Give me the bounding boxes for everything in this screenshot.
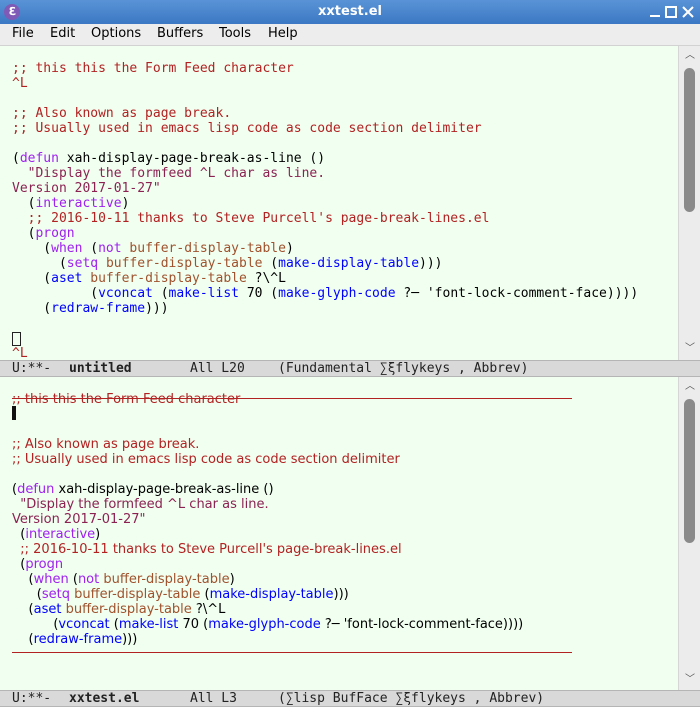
code-line: ;; Also known as page break. [12,106,232,121]
menu-edit[interactable]: Edit [50,26,75,41]
text-cursor [12,406,16,420]
code-line: (when (not buffer-display-table) [12,572,235,587]
code-line: (setq buffer-display-table (make-display… [12,587,349,602]
code-line: (redraw-frame))) [12,301,169,316]
buffer-name: xxtest.el [69,691,140,706]
code-line: (defun xah-display-page-break-as-line () [12,151,326,166]
formfeed-char: ^L [12,76,28,91]
code-line: (when (not buffer-display-table) [12,241,294,256]
code-line: (interactive) [12,527,101,542]
top-code: ;; this this the Form Feed character ^L … [12,46,638,360]
maximize-icon[interactable] [664,5,678,19]
major-mode[interactable]: (Fundamental ∑ξflykeys , Abbrev) [278,361,528,376]
code-line: ;; 2016-10-11 thanks to Steve Purcell's … [12,211,490,226]
code-line: (interactive) [12,196,130,211]
code-line: (vconcat (make-list 70 (make-glyph-code … [12,286,639,301]
code-line: (progn [12,226,75,241]
code-line: "Display the formfeed ^L char as line. [12,166,326,181]
menu-options[interactable]: Options [91,26,141,41]
buffer-position: All L3 [190,691,237,706]
code-line: Version 2017-01-27" [12,181,161,196]
formfeed-char: ^L [12,346,28,360]
page-break-line [12,652,572,653]
code-line: (setq buffer-display-table (make-display… [12,256,443,271]
scroll-up-icon[interactable]: ︿ [679,49,700,63]
bottom-mode-line[interactable]: U:**- xxtest.el All L3 (∑lisp BufFace ∑ξfly… [0,690,700,707]
menu-bar: File Edit Options Buffers Tools Help [0,24,700,46]
buffer-status: U:**- [12,361,52,376]
scroll-thumb[interactable] [684,399,695,543]
code-line: (redraw-frame))) [12,632,138,647]
code-line: ;; this this the Form Feed character [12,392,241,407]
close-icon[interactable] [681,5,695,19]
title-bar[interactable]: ℇ xxtest.el [0,0,700,24]
cursor-box [12,332,21,346]
code-line: (progn [12,557,64,572]
page-break-line [12,398,572,399]
top-scrollbar[interactable]: ︿ ﹀ [678,46,700,360]
code-line: ;; 2016-10-11 thanks to Steve Purcell's … [12,542,402,557]
menu-file[interactable]: File [12,26,34,41]
code-line: (defun xah-display-page-break-as-line () [12,482,274,497]
code-line: "Display the formfeed ^L char as line. [12,497,269,512]
code-line: ;; this this the Form Feed character [12,61,294,76]
buffer-position: All L20 [190,361,245,376]
code-line: ;; Also known as page break. [12,437,200,452]
menu-help[interactable]: Help [268,26,298,41]
scroll-down-icon[interactable]: ﹀ [679,673,700,687]
echo-area[interactable] [0,707,700,725]
buffer-status: U:**- [12,691,52,706]
code-line: (vconcat (make-list 70 (make-glyph-code … [12,617,524,632]
scroll-down-icon[interactable]: ﹀ [679,342,700,356]
top-buffer-pane[interactable]: ;; this this the Form Feed character ^L … [0,46,678,360]
menu-buffers[interactable]: Buffers [157,26,203,41]
code-line: (aset buffer-display-table ?\^L [12,271,286,286]
window-title: xxtest.el [318,4,382,19]
minimize-icon[interactable] [648,5,662,19]
code-line: ;; Usually used in emacs lisp code as co… [12,452,400,467]
code-line: ;; Usually used in emacs lisp code as co… [12,121,482,136]
scroll-thumb[interactable] [684,68,695,212]
code-line: (aset buffer-display-table ?\^L [12,602,226,617]
bottom-buffer-pane[interactable]: ;; this this the Form Feed character ;; … [0,377,678,690]
buffer-name: untitled [69,361,132,376]
bottom-code: ;; this this the Form Feed character ;; … [12,377,523,647]
code-line: Version 2017-01-27" [12,512,146,527]
major-mode[interactable]: (∑lisp BufFace ∑ξflykeys , Abbrev) [278,691,544,706]
menu-tools[interactable]: Tools [219,26,251,41]
bottom-scrollbar[interactable]: ︿ ﹀ [678,377,700,690]
scroll-up-icon[interactable]: ︿ [679,380,700,394]
top-mode-line[interactable]: U:**- untitled All L20 (Fundamental ∑ξflyke… [0,360,700,377]
